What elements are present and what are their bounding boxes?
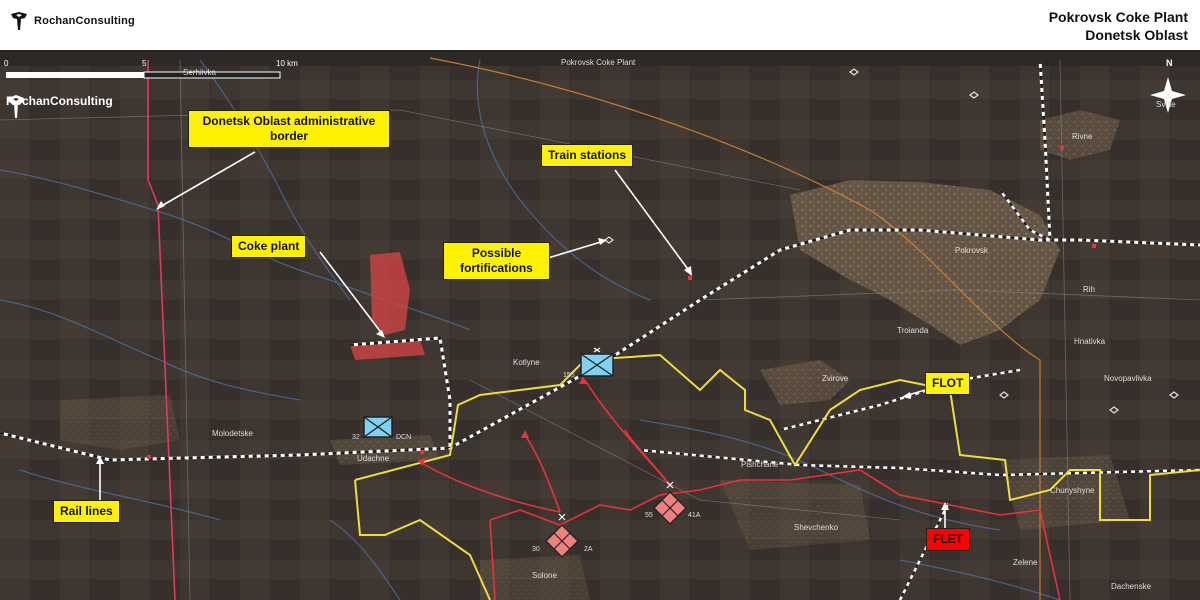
scale-label-5: 5 (142, 59, 147, 68)
place-udachne: Udachne (357, 454, 390, 463)
map-title: Pokrovsk Coke Plant (1048, 9, 1188, 25)
scale-bar (6, 71, 281, 79)
unit-label-32: 32 (352, 434, 360, 441)
map-watermark: RochanConsulting (6, 94, 113, 118)
place-kotlyne: Kotlyne (513, 358, 540, 367)
unit-label-2a: 2A (584, 546, 593, 553)
callout-rail-lines: Rail lines (53, 500, 120, 523)
unit-label-155: 155 (563, 372, 575, 379)
place-chunyshyne: Chunyshyne (1050, 486, 1095, 495)
scale-label-10km: 10 km (276, 59, 298, 68)
place-serhiivka: Serhiivka (183, 68, 216, 77)
place-pokrovsk-coke-plant: Pokrovsk Coke Plant (561, 58, 636, 67)
header-bar: RochanConsulting Pokrovsk Coke Plant Don… (0, 0, 1200, 52)
callout-oblast-border: Donetsk Oblast administrative border (188, 110, 390, 148)
map-figure: RochanConsulting Pokrovsk Coke Plant Don… (0, 0, 1200, 600)
map-canvas (0, 52, 1200, 600)
place-svitle: Svitle (1156, 100, 1176, 109)
scale-label-0: 0 (4, 59, 9, 68)
title-block: Pokrovsk Coke Plant Donetsk Oblast (1049, 8, 1188, 44)
place-rih: Rih (1083, 285, 1096, 294)
place-pokrovsk: Pokrovsk (955, 246, 988, 255)
rochan-watermark-icon (8, 95, 24, 118)
place-pishchane: Pishchane (741, 460, 779, 469)
place-zelene: Zelene (1013, 558, 1038, 567)
north-label: N (1166, 58, 1173, 68)
callout-coke-plant: Coke plant (231, 235, 307, 258)
ukraine-unit-32 (363, 416, 393, 438)
callout-flet: FLET (926, 528, 970, 551)
callout-fortifications: Possible fortifications (443, 242, 550, 280)
unit-label-55: 55 (645, 512, 653, 519)
unit-label-41a: 41A (688, 512, 701, 519)
callout-flot: FLOT (925, 372, 971, 395)
place-solone: Solone (532, 571, 557, 580)
place-dachenske: Dachenske (1111, 582, 1152, 591)
brand-name: RochanConsulting (34, 15, 135, 27)
place-novopavlivka: Novopavlivka (1104, 374, 1152, 383)
place-molodetske: Molodetske (212, 429, 253, 438)
map-subtitle: Donetsk Oblast (1085, 27, 1188, 43)
molodetske-urban-area (60, 395, 180, 450)
callout-train-stations: Train stations (541, 144, 634, 167)
place-rivne: Rivne (1072, 132, 1093, 141)
place-hnativka: Hnativka (1074, 337, 1106, 346)
place-shevchenko: Shevchenko (794, 523, 839, 532)
brand: RochanConsulting (8, 10, 135, 32)
place-zvirove: Zvirove (822, 374, 849, 383)
map-area: RochanConsulting 0 5 10 km N Serhiivka P… (0, 52, 1200, 600)
unit-label-30: 30 (532, 546, 540, 553)
unit-label-dcn: DCN (396, 434, 412, 441)
rochan-logo-icon (11, 12, 27, 30)
place-troianda: Troianda (897, 326, 929, 335)
